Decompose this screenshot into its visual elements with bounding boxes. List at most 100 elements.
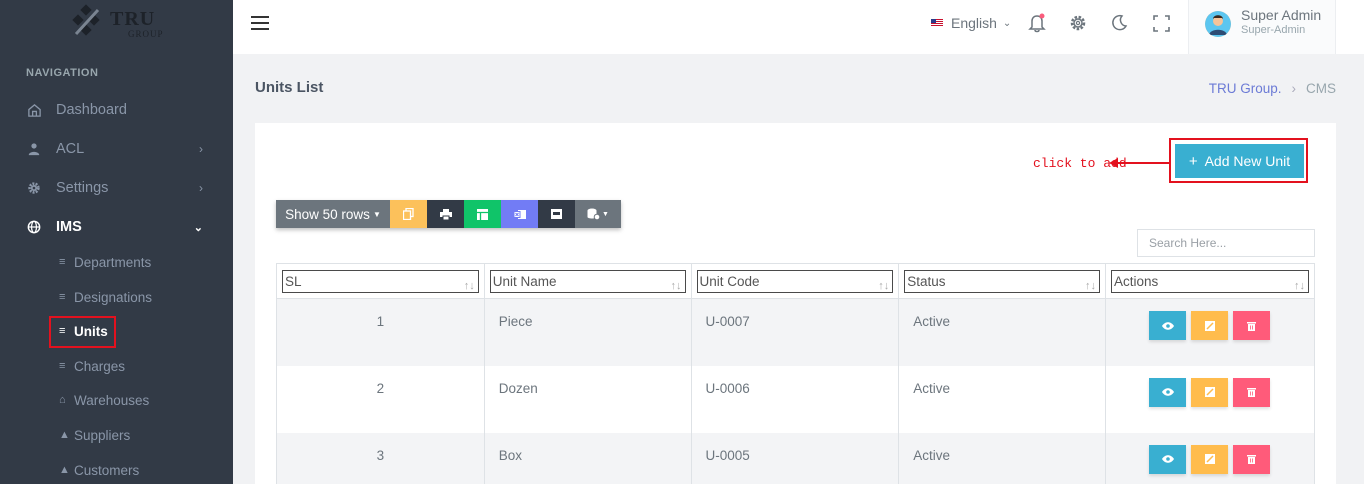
cell-unit-code: U-0005 <box>690 432 900 484</box>
column-filter-sl[interactable]: SL <box>282 269 479 293</box>
column-filter-status[interactable]: Status <box>904 269 1101 293</box>
chevron-right-icon: › <box>199 181 203 195</box>
cell-actions <box>1105 432 1315 484</box>
sidebar-item-acl[interactable]: ACL › <box>0 132 233 166</box>
show-rows-button[interactable]: Show 50 rows ▼ <box>276 200 390 228</box>
settings-gear-icon[interactable] <box>1067 12 1089 34</box>
sidebar-item-label: ACL <box>56 141 85 157</box>
copy-icon <box>403 208 414 220</box>
annotation-arrow <box>1109 158 1169 168</box>
delete-button[interactable] <box>1233 444 1271 474</box>
cell-unit-name: Piece <box>483 298 692 366</box>
bell-icon[interactable] <box>1026 12 1048 34</box>
cell-unit-code: U-0006 <box>690 365 900 433</box>
cell-actions <box>1105 365 1315 433</box>
user-icon: ▲ <box>59 464 70 476</box>
language-selector[interactable]: English ⌄ <box>931 15 1011 31</box>
pdf-icon <box>551 209 562 219</box>
sidebar-subitem-label: Departments <box>74 254 152 270</box>
columns-button[interactable]: ▼ <box>575 200 621 228</box>
list-icon: ≡ <box>59 256 66 268</box>
sort-icon: ↑↓ <box>878 280 890 292</box>
excel-icon <box>513 209 526 219</box>
search-input[interactable] <box>1137 229 1315 257</box>
cell-unit-name: Dozen <box>483 365 692 433</box>
cell-status: Active <box>898 365 1107 433</box>
gear-icon <box>26 180 42 196</box>
excel-button[interactable] <box>501 200 538 228</box>
home-icon: ⌂ <box>59 394 66 406</box>
chevron-down-icon: ⌄ <box>193 221 203 234</box>
trash-icon <box>1247 455 1257 464</box>
breadcrumb-link[interactable]: TRU Group. <box>1209 81 1282 96</box>
sidebar-subitem-suppliers[interactable]: ▲ Suppliers <box>59 424 130 446</box>
column-filter-unit-code[interactable]: Unit Code <box>696 269 894 293</box>
sidebar-subitem-warehouses[interactable]: ⌂ Warehouses <box>59 389 149 411</box>
pdf-button[interactable] <box>538 200 575 228</box>
database-icon <box>587 208 601 220</box>
eye-icon <box>1161 388 1174 396</box>
topbar: English ⌄ Super Admin Super-Admin <box>233 0 1364 54</box>
breadcrumb-current: CMS <box>1306 81 1336 96</box>
user-name: Super Admin <box>1241 7 1322 23</box>
plus-icon: + <box>1188 152 1198 170</box>
user-role: Super-Admin <box>1241 24 1306 36</box>
sidebar-subitem-customers[interactable]: ▲ Customers <box>59 459 139 481</box>
sort-icon: ↑↓ <box>1085 280 1097 292</box>
view-button[interactable] <box>1149 311 1187 340</box>
sidebar-subitem-label: Suppliers <box>74 427 131 443</box>
column-filter-actions[interactable]: Actions <box>1111 269 1309 293</box>
chevron-right-icon: › <box>199 142 203 156</box>
csv-button[interactable] <box>464 200 501 228</box>
add-new-unit-button[interactable]: + Add New Unit <box>1175 144 1304 178</box>
edit-button[interactable] <box>1191 311 1229 340</box>
home-icon <box>26 102 42 118</box>
delete-button[interactable] <box>1233 311 1271 340</box>
sidebar-subitem-label: Warehouses <box>74 392 150 408</box>
sidebar-item-dashboard[interactable]: Dashboard <box>0 93 233 127</box>
moon-icon[interactable] <box>1108 12 1130 34</box>
sidebar-item-settings[interactable]: Settings › <box>0 171 233 205</box>
user-icon: ▲ <box>59 429 70 441</box>
globe-icon <box>26 219 42 235</box>
edit-button[interactable] <box>1191 377 1229 407</box>
table-row: 1 Piece U-0007 Active <box>276 298 1315 366</box>
column-header-status[interactable]: Status ↑↓ <box>898 263 1107 299</box>
fullscreen-icon[interactable] <box>1150 12 1172 34</box>
view-button[interactable] <box>1149 444 1187 474</box>
column-header-actions[interactable]: Actions ↑↓ <box>1105 263 1315 299</box>
csv-icon <box>477 208 488 220</box>
column-header-sl[interactable]: SL ↑↓ <box>276 263 485 299</box>
column-header-unit-code[interactable]: Unit Code ↑↓ <box>690 263 900 299</box>
column-filter-unit-name[interactable]: Unit Name <box>489 269 686 293</box>
cell-unit-name: Box <box>483 432 692 484</box>
brand-logo[interactable]: TRU GROUP <box>70 4 170 44</box>
sidebar: TRU GROUP NAVIGATION Dashboard ACL › Set… <box>0 0 233 484</box>
sidebar-subitem-departments[interactable]: ≡ Departments <box>59 251 151 273</box>
sidebar-subitem-label: Designations <box>74 289 153 305</box>
menu-toggle-icon[interactable] <box>251 16 269 30</box>
view-button[interactable] <box>1149 377 1187 407</box>
caret-down-icon: ▼ <box>372 209 381 219</box>
user-icon <box>26 141 42 157</box>
column-header-unit-name[interactable]: Unit Name ↑↓ <box>483 263 692 299</box>
delete-button[interactable] <box>1233 377 1271 407</box>
edit-button[interactable] <box>1191 444 1229 474</box>
chevron-right-icon: › <box>1291 81 1297 96</box>
sort-icon: ↑↓ <box>670 280 682 292</box>
print-button[interactable] <box>427 200 464 228</box>
copy-button[interactable] <box>390 200 427 228</box>
edit-icon <box>1204 320 1215 331</box>
language-label: English <box>951 15 997 31</box>
list-icon: ≡ <box>59 291 66 303</box>
page-title: Units List <box>255 79 324 96</box>
units-table: SL ↑↓ Unit Name ↑↓ Unit Code ↑↓ Status ↑↓ Ac… <box>276 263 1315 484</box>
user-menu[interactable]: Super Admin Super-Admin <box>1188 0 1336 54</box>
sidebar-item-ims[interactable]: IMS ⌄ <box>0 210 233 244</box>
sidebar-subitem-charges[interactable]: ≡ Charges <box>59 355 125 377</box>
chevron-down-icon: ⌄ <box>1002 17 1012 29</box>
cell-actions <box>1105 298 1315 366</box>
sidebar-subitem-designations[interactable]: ≡ Designations <box>59 286 152 308</box>
show-rows-label: Show 50 rows <box>285 206 370 222</box>
eye-icon <box>1161 455 1174 463</box>
